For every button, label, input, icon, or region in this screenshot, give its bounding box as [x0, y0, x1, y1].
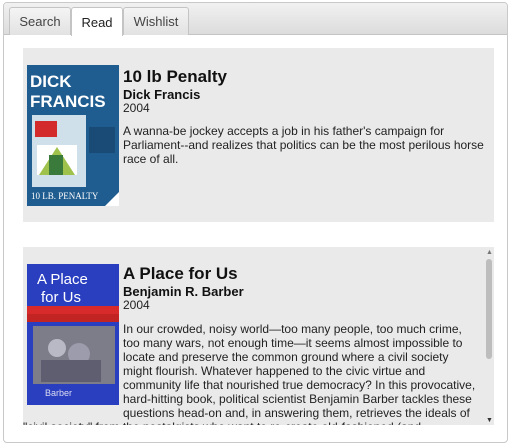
book-author: Dick Francis [123, 87, 201, 102]
book-year: 2004 [123, 298, 150, 312]
svg-text:DICK: DICK [30, 72, 72, 91]
svg-text:A Place: A Place [37, 271, 88, 288]
scroll-up-arrow-icon[interactable]: ▲ [486, 249, 493, 256]
tab-read[interactable]: Read [71, 7, 123, 36]
svg-text:10 LB. PENALTY: 10 LB. PENALTY [31, 191, 99, 201]
app-frame: Search Read Wishlist DICK FRANCIS 10 LB.… [3, 2, 508, 443]
book-cover-art: DICK FRANCIS 10 LB. PENALTY [27, 65, 119, 206]
book-card: DICK FRANCIS 10 LB. PENALTY 10 lb Penalt… [23, 48, 494, 222]
book-cover-image[interactable]: DICK FRANCIS 10 LB. PENALTY [27, 65, 119, 206]
scroll-down-arrow-icon[interactable]: ▼ [486, 417, 493, 424]
book-card: A Place for Us Barber A Place for Us Ben… [23, 247, 494, 425]
description-scrollbar[interactable]: ▲ ▼ [484, 247, 494, 425]
book-year: 2004 [123, 101, 150, 115]
tab-wishlist[interactable]: Wishlist [123, 7, 189, 35]
book-author: Benjamin R. Barber [123, 284, 244, 299]
scroll-thumb[interactable] [486, 259, 492, 359]
tab-search[interactable]: Search [9, 7, 71, 35]
book-description: In our crowded, noisy world—too many peo… [23, 322, 480, 425]
book-description: A wanna-be jockey accepts a job in his f… [123, 124, 484, 166]
book-title[interactable]: 10 lb Penalty [123, 67, 227, 87]
book-title[interactable]: A Place for Us [123, 264, 238, 284]
svg-text:for Us: for Us [41, 289, 81, 306]
tab-bar: Search Read Wishlist [4, 3, 507, 36]
svg-text:FRANCIS: FRANCIS [30, 92, 106, 111]
